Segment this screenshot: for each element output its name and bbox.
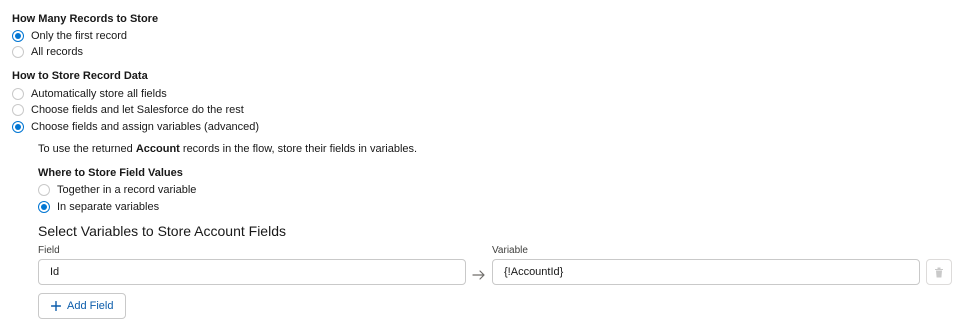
radio-separate-variables[interactable]: In separate variables	[38, 199, 159, 215]
records-to-store-label: How Many Records to Store	[12, 13, 159, 25]
field-values-label: Where to Store Field Values	[38, 167, 183, 179]
radio-label: In separate variables	[57, 201, 160, 213]
radio-choose-fields-salesforce[interactable]: Choose fields and let Salesforce do the …	[12, 102, 244, 118]
delete-row-button[interactable]	[926, 259, 952, 285]
radio-label: Only the first record	[31, 30, 127, 42]
radio-only-first-record[interactable]: Only the first record	[12, 28, 127, 44]
radio-button[interactable]	[12, 30, 24, 42]
add-icon	[51, 301, 61, 311]
flow-store-records-panel: How Many Records to Store Only the first…	[0, 0, 960, 324]
radio-button[interactable]	[12, 46, 24, 58]
radio-auto-store-all[interactable]: Automatically store all fields	[12, 86, 167, 102]
info-object-name: Account	[135, 143, 180, 155]
radio-choose-fields-advanced[interactable]: Choose fields and assign variables (adva…	[12, 119, 259, 135]
info-prefix: To use the returned	[38, 143, 136, 155]
radio-all-records[interactable]: All records	[12, 44, 83, 60]
variable-input[interactable]: {!AccountId}	[492, 259, 920, 285]
delete-icon	[935, 267, 943, 277]
radio-label: Choose fields and let Salesforce do the …	[31, 104, 244, 116]
radio-label: Choose fields and assign variables (adva…	[31, 121, 260, 133]
add-field-button[interactable]: Add Field	[38, 293, 127, 319]
radio-button[interactable]	[12, 104, 24, 116]
radio-button[interactable]	[12, 88, 24, 100]
radio-label: Automatically store all fields	[31, 88, 167, 100]
field-column-label: Field	[38, 245, 60, 256]
radio-button[interactable]	[12, 121, 24, 133]
variable-column-label: Variable	[492, 245, 528, 256]
add-field-label: Add Field	[67, 300, 114, 312]
arrow-right-icon	[472, 267, 486, 285]
mapping-heading: Select Variables to Store Account Fields	[38, 223, 286, 239]
variable-value: {!AccountId}	[504, 266, 564, 278]
info-text: To use the returned Account records in t…	[38, 143, 417, 155]
field-input[interactable]: Id	[38, 259, 466, 285]
field-value: Id	[50, 266, 60, 278]
radio-label: All records	[31, 46, 83, 58]
record-data-label: How to Store Record Data	[12, 70, 148, 82]
radio-record-variable[interactable]: Together in a record variable	[38, 182, 196, 198]
radio-button[interactable]	[38, 201, 50, 213]
info-suffix: records in the flow, store their fields …	[179, 143, 418, 155]
radio-label: Together in a record variable	[57, 184, 197, 196]
radio-button[interactable]	[38, 184, 50, 196]
